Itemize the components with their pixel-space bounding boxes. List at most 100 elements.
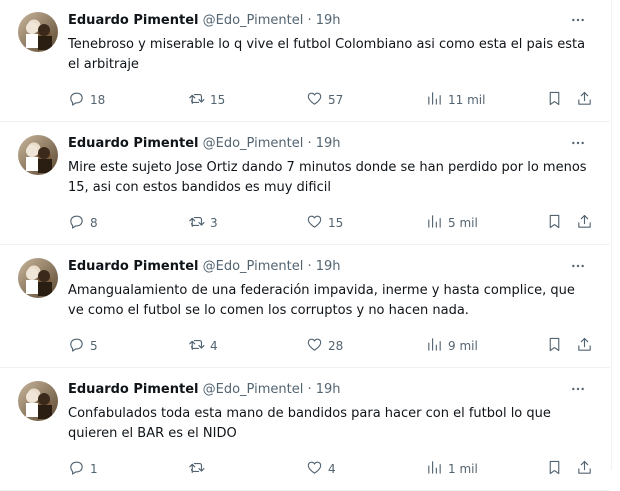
like-button[interactable]: 4 [306,457,336,481]
views-button[interactable]: 9 mil [426,334,478,358]
retweet-button[interactable] [188,457,210,481]
reply-button[interactable]: 5 [68,334,98,358]
reply-count: 1 [90,462,98,476]
like-button[interactable]: 15 [306,211,343,235]
like-count: 15 [328,216,344,230]
timestamp[interactable]: 19h [316,382,341,397]
tweet-header: Eduardo Pimentel @Edo_Pimentel · 19h [68,12,341,30]
reply-count: 18 [90,93,106,107]
bookmark-icon [546,213,563,233]
more-icon[interactable] [568,133,588,153]
views-icon [426,90,443,110]
bookmark-icon [546,90,563,110]
tweet[interactable]: Eduardo Pimentel @Edo_Pimentel · 19h Ama… [0,246,610,368]
timestamp[interactable]: 19h [316,13,341,28]
views-button[interactable]: 5 mil [426,211,478,235]
heart-icon [306,213,323,233]
tweet-actions: 1 4 1 mil [64,457,604,481]
reply-count: 5 [90,339,98,353]
like-count: 28 [328,339,344,353]
share-icon [576,336,593,356]
author-name[interactable]: Eduardo Pimentel [68,259,198,274]
views-count: 11 mil [448,93,486,107]
retweet-button[interactable]: 3 [188,211,218,235]
tweet-header: Eduardo Pimentel @Edo_Pimentel · 19h [68,381,341,399]
views-count: 5 mil [448,216,478,230]
share-button[interactable] [576,334,593,358]
tweet[interactable]: Eduardo Pimentel @Edo_Pimentel · 19h Con… [0,369,610,491]
views-button[interactable]: 11 mil [426,88,485,112]
share-button[interactable] [576,88,593,112]
retweet-icon [188,213,205,233]
like-count: 4 [328,462,336,476]
share-icon [576,213,593,233]
timestamp[interactable]: 19h [316,136,341,151]
views-count: 9 mil [448,339,478,353]
retweet-count: 4 [210,339,218,353]
tweet-text: Confabulados toda esta mano de bandidos … [68,406,551,441]
author-name[interactable]: Eduardo Pimentel [68,13,198,28]
tweet[interactable]: Eduardo Pimentel @Edo_Pimentel · 19h Ten… [0,0,610,122]
tweet-header: Eduardo Pimentel @Edo_Pimentel · 19h [68,135,341,153]
more-icon[interactable] [568,379,588,399]
retweet-button[interactable]: 4 [188,334,218,358]
author-name[interactable]: Eduardo Pimentel [68,136,198,151]
tweet-actions: 18 15 57 11 mil [64,88,604,112]
bookmark-button[interactable] [546,88,563,112]
like-count: 57 [328,93,344,107]
timeline-feed: Eduardo Pimentel @Edo_Pimentel · 19h Ten… [0,0,620,491]
tweet-actions: 5 4 28 9 mil [64,334,604,358]
author-handle[interactable]: @Edo_Pimentel [203,382,304,397]
reply-icon [68,90,85,110]
more-icon[interactable] [568,10,588,30]
views-icon [426,459,443,479]
author-handle[interactable]: @Edo_Pimentel [203,136,304,151]
separator: · [307,136,312,151]
tweet-header: Eduardo Pimentel @Edo_Pimentel · 19h [68,258,341,276]
tweet-text: Mire este sujeto Jose Ortiz dando 7 minu… [68,160,587,195]
reply-icon [68,459,85,479]
reply-button[interactable]: 8 [68,211,98,235]
avatar[interactable] [18,258,58,298]
retweet-icon [188,90,205,110]
views-icon [426,213,443,233]
like-button[interactable]: 28 [306,334,343,358]
avatar[interactable] [18,381,58,421]
avatar[interactable] [18,12,58,52]
retweet-count: 15 [210,93,226,107]
reply-icon [68,213,85,233]
retweet-count: 3 [210,216,218,230]
bookmark-button[interactable] [546,334,563,358]
views-icon [426,336,443,356]
timestamp[interactable]: 19h [316,259,341,274]
reply-icon [68,336,85,356]
heart-icon [306,459,323,479]
reply-button[interactable]: 18 [68,88,105,112]
author-handle[interactable]: @Edo_Pimentel [203,259,304,274]
retweet-icon [188,459,205,479]
reply-button[interactable]: 1 [68,457,98,481]
author-name[interactable]: Eduardo Pimentel [68,382,198,397]
retweet-icon [188,336,205,356]
bookmark-icon [546,336,563,356]
share-button[interactable] [576,457,593,481]
author-handle[interactable]: @Edo_Pimentel [203,13,304,28]
like-button[interactable]: 57 [306,88,343,112]
separator: · [307,382,312,397]
tweet[interactable]: Eduardo Pimentel @Edo_Pimentel · 19h Mir… [0,123,610,245]
bookmark-icon [546,459,563,479]
bookmark-button[interactable] [546,457,563,481]
share-icon [576,90,593,110]
views-count: 1 mil [448,462,478,476]
reply-count: 8 [90,216,98,230]
more-icon[interactable] [568,256,588,276]
views-button[interactable]: 1 mil [426,457,478,481]
avatar[interactable] [18,135,58,175]
share-button[interactable] [576,211,593,235]
separator: · [307,13,312,28]
separator: · [307,259,312,274]
tweet-actions: 8 3 15 5 mil [64,211,604,235]
tweet-text: Tenebroso y miserable lo q vive el futbo… [68,37,586,72]
retweet-button[interactable]: 15 [188,88,225,112]
bookmark-button[interactable] [546,211,563,235]
